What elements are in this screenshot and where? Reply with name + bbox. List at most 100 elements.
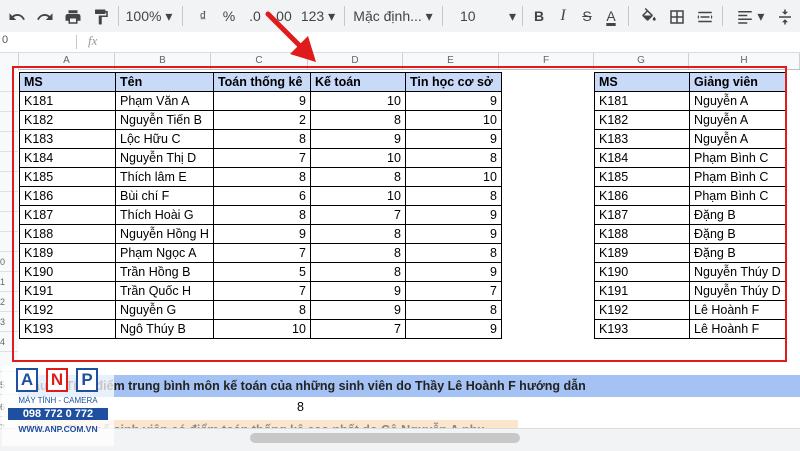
cell[interactable]: 7	[404, 281, 502, 301]
cell[interactable]: 8	[309, 167, 406, 187]
cell[interactable]: K188	[594, 224, 690, 244]
cell[interactable]: K183	[19, 129, 116, 149]
column-header[interactable]: C	[211, 53, 308, 69]
borders-icon[interactable]	[664, 0, 690, 32]
row-header[interactable]: 2	[0, 292, 18, 312]
header-cell[interactable]: Toán thống kê	[212, 72, 311, 92]
cell[interactable]: K187	[19, 205, 116, 225]
redo-icon[interactable]	[32, 0, 58, 32]
cell[interactable]: K190	[594, 262, 690, 282]
font-size-select[interactable]: 10 ▾	[450, 0, 520, 32]
header-cell[interactable]: Giảng viên	[689, 72, 786, 92]
cell[interactable]: K184	[19, 148, 116, 168]
cell[interactable]: K193	[594, 319, 690, 339]
cell[interactable]: Nguyễn Thúy D	[689, 281, 786, 301]
cell[interactable]: K189	[594, 243, 690, 263]
cell[interactable]: K188	[19, 224, 116, 244]
cell[interactable]: Đặng B	[689, 205, 786, 225]
cell[interactable]: Trần Hồng B	[115, 262, 214, 282]
cell[interactable]: K181	[19, 91, 116, 111]
cell[interactable]: Lộc Hữu C	[115, 129, 214, 149]
bold-button[interactable]: B	[528, 0, 550, 32]
cell[interactable]: K182	[19, 110, 116, 130]
cell[interactable]: 8	[212, 129, 311, 149]
column-header[interactable]: B	[115, 53, 211, 69]
cell[interactable]: 10	[309, 148, 406, 168]
row-header[interactable]: 0	[0, 252, 18, 272]
column-header[interactable]: A	[19, 53, 115, 69]
cell[interactable]: 9	[309, 300, 406, 320]
cell[interactable]: K182	[594, 110, 690, 130]
undo-icon[interactable]	[4, 0, 30, 32]
cell[interactable]: K191	[594, 281, 690, 301]
row-header[interactable]	[0, 132, 18, 152]
name-box[interactable]: 0	[2, 34, 8, 46]
header-cell[interactable]: Tên	[115, 72, 214, 92]
answer-cell[interactable]: 8	[210, 398, 306, 416]
cell[interactable]: 8	[309, 243, 406, 263]
cell[interactable]: 10	[212, 319, 311, 339]
cell[interactable]: Phạm Bình C	[689, 167, 786, 187]
cell[interactable]: 8	[212, 167, 311, 187]
cell[interactable]: 8	[309, 262, 406, 282]
cell[interactable]: 9	[404, 91, 502, 111]
row-header[interactable]	[0, 232, 18, 252]
fill-color-icon[interactable]	[636, 0, 662, 32]
cell[interactable]: 7	[212, 243, 311, 263]
cell[interactable]: Phạm Văn A	[115, 91, 214, 111]
cell[interactable]: Phạm Ngọc A	[115, 243, 214, 263]
cell[interactable]: K184	[594, 148, 690, 168]
cell[interactable]: K191	[19, 281, 116, 301]
italic-icon[interactable]: I	[552, 0, 574, 32]
cell[interactable]: 8	[404, 186, 502, 206]
cell[interactable]: 7	[212, 148, 311, 168]
cell[interactable]: K187	[594, 205, 690, 225]
cell[interactable]: Ngô Thúy B	[115, 319, 214, 339]
column-header[interactable]: H	[689, 53, 800, 69]
font-select[interactable]: Mặc định... ▾	[352, 0, 434, 32]
cell[interactable]: 2	[212, 110, 311, 130]
vertical-align-icon[interactable]	[772, 0, 798, 32]
cell[interactable]: K185	[19, 167, 116, 187]
more-formats-button[interactable]: 123 ▾	[298, 0, 338, 32]
header-cell[interactable]: MS	[19, 72, 116, 92]
cell[interactable]: Nguyễn A	[689, 129, 786, 149]
cell[interactable]: 8	[404, 300, 502, 320]
horizontal-align-icon[interactable]: ▾	[730, 0, 770, 32]
print-icon[interactable]	[60, 0, 86, 32]
header-cell[interactable]: Kế toán	[309, 72, 406, 92]
row-header[interactable]	[0, 212, 18, 232]
cell[interactable]: Nguyễn Thúy D	[689, 262, 786, 282]
cell[interactable]: 9	[309, 281, 406, 301]
cell[interactable]: Thích lâm E	[115, 167, 214, 187]
cell[interactable]: Trần Quốc H	[115, 281, 214, 301]
row-header[interactable]	[0, 152, 18, 172]
column-header[interactable]: E	[403, 53, 499, 69]
text-color-button[interactable]: A	[600, 0, 622, 32]
cell[interactable]: 8	[212, 300, 311, 320]
cell[interactable]: K183	[594, 129, 690, 149]
scrollbar-thumb[interactable]	[250, 433, 520, 443]
cell[interactable]: 9	[309, 129, 406, 149]
paint-format-icon[interactable]	[88, 0, 114, 32]
column-header[interactable]: D	[308, 53, 403, 69]
row-header[interactable]	[0, 112, 18, 132]
cell[interactable]: 8	[309, 224, 406, 244]
cell[interactable]: K186	[19, 186, 116, 206]
cell[interactable]: 9	[404, 262, 502, 282]
cell[interactable]: 10	[309, 91, 406, 111]
cell[interactable]: Đặng B	[689, 243, 786, 263]
cell[interactable]: Nguyễn Thị D	[115, 148, 214, 168]
zoom-select[interactable]: 100% ▾	[124, 0, 174, 32]
cell[interactable]: K192	[594, 300, 690, 320]
cell[interactable]: K189	[19, 243, 116, 263]
decrease-decimal-button[interactable]: .0	[244, 0, 266, 32]
cell[interactable]: 6	[212, 186, 311, 206]
cell[interactable]: 10	[404, 110, 502, 130]
cell[interactable]: K190	[19, 262, 116, 282]
cell[interactable]: K192	[19, 300, 116, 320]
cell[interactable]: Bùi chí F	[115, 186, 214, 206]
select-all-corner[interactable]	[0, 53, 19, 69]
horizontal-scrollbar[interactable]	[0, 428, 800, 451]
cell[interactable]: K186	[594, 186, 690, 206]
